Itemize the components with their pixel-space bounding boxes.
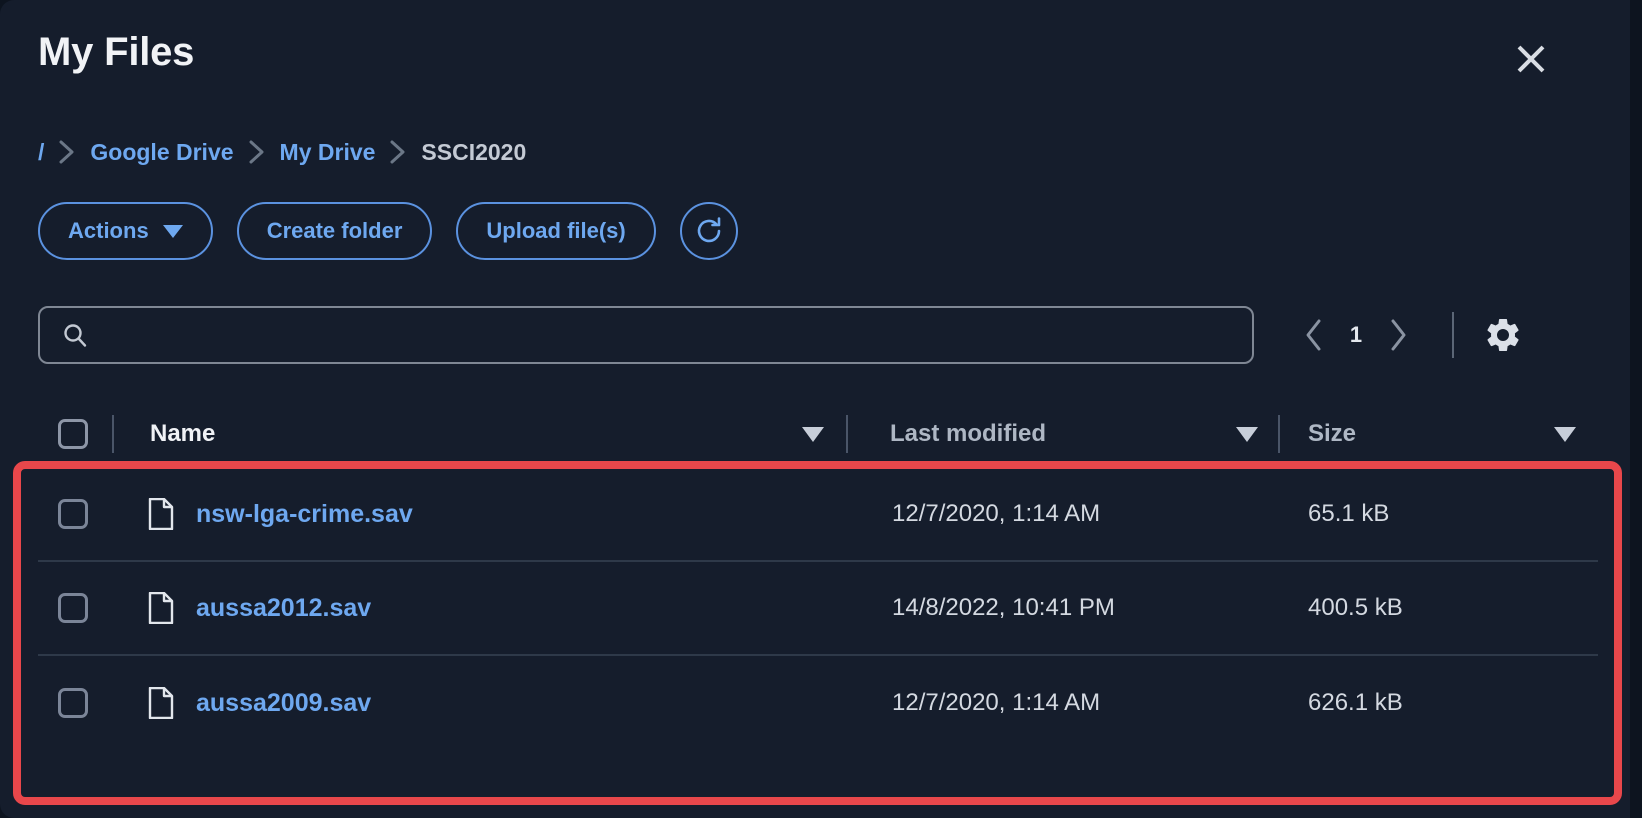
modal-header: My Files — [0, 0, 1630, 112]
table-header-row: Name Last modified Size — [38, 400, 1598, 468]
breadcrumb-item-ssci2020: SSCI2020 — [421, 138, 527, 165]
row-checkbox[interactable] — [58, 688, 88, 718]
chevron-right-icon — [1385, 317, 1411, 353]
row-select-cell — [38, 499, 112, 529]
table-body: nsw-lga-crime.sav 12/7/2020, 1:14 AM 65.… — [38, 468, 1598, 750]
upload-files-button[interactable]: Upload file(s) — [456, 202, 656, 260]
file-name-link[interactable]: aussa2009.sav — [196, 689, 371, 718]
caret-down-icon[interactable] — [1236, 426, 1258, 442]
row-size-cell: 400.5 kB — [1308, 594, 1403, 621]
chevron-left-icon — [1301, 317, 1327, 353]
create-folder-button[interactable]: Create folder — [236, 202, 433, 260]
file-icon — [148, 592, 174, 624]
page-title: My Files — [38, 30, 195, 74]
actions-button[interactable]: Actions — [38, 202, 213, 260]
toolbar: Actions Create folder Upload file(s) — [38, 202, 738, 260]
row-size-cell: 626.1 kB — [1308, 689, 1403, 716]
caret-down-icon — [162, 224, 183, 238]
upload-files-button-label: Upload file(s) — [486, 218, 626, 243]
file-table: Name Last modified Size nsw-lga-crime.sa… — [38, 400, 1598, 750]
caret-down-icon[interactable] — [1554, 426, 1576, 442]
pagination: 1 — [1290, 311, 1526, 359]
row-name-cell: aussa2009.sav — [112, 687, 850, 719]
refresh-button[interactable] — [679, 202, 738, 260]
settings-button[interactable] — [1480, 312, 1526, 358]
gear-icon — [1483, 315, 1523, 355]
breadcrumb-item-google-drive[interactable]: Google Drive — [90, 139, 233, 166]
table-row[interactable]: nsw-lga-crime.sav 12/7/2020, 1:14 AM 65.… — [38, 468, 1598, 562]
header-cell-size[interactable]: Size — [1280, 420, 1598, 448]
pagination-divider — [1452, 312, 1454, 358]
row-size-cell: 65.1 kB — [1308, 500, 1390, 527]
chevron-right-icon — [389, 139, 407, 165]
my-files-modal: My Files / Google Drive My Drive SSCI202… — [0, 0, 1630, 818]
table-row[interactable]: aussa2012.sav 14/8/2022, 10:41 PM 400.5 … — [38, 562, 1598, 656]
refresh-icon — [692, 214, 726, 248]
breadcrumb-item-root[interactable]: / — [38, 139, 44, 166]
search-box[interactable] — [38, 306, 1254, 364]
caret-down-icon[interactable] — [802, 426, 824, 442]
chevron-right-icon — [248, 139, 266, 165]
file-icon — [148, 498, 174, 530]
breadcrumb-item-my-drive[interactable]: My Drive — [280, 139, 376, 166]
search-input[interactable] — [40, 308, 1252, 362]
column-header-last-modified-label: Last modified — [890, 420, 1047, 447]
row-name-cell: aussa2012.sav — [112, 592, 850, 624]
select-all-checkbox[interactable] — [58, 419, 88, 449]
file-icon — [148, 687, 174, 719]
search-and-pagination-row: 1 — [38, 306, 1586, 364]
row-name-cell: nsw-lga-crime.sav — [112, 498, 850, 530]
row-select-cell — [38, 688, 112, 718]
file-name-link[interactable]: nsw-lga-crime.sav — [196, 500, 413, 529]
header-cell-last-modified[interactable]: Last modified — [848, 420, 1278, 448]
file-browser-screen: My Files / Google Drive My Drive SSCI202… — [0, 0, 1642, 818]
row-last-modified-cell: 12/7/2020, 1:14 AM — [892, 689, 1101, 716]
pagination-prev-button[interactable] — [1290, 311, 1338, 359]
row-checkbox[interactable] — [58, 499, 88, 529]
search-icon — [62, 322, 88, 348]
row-checkbox[interactable] — [58, 593, 88, 623]
breadcrumb: / Google Drive My Drive SSCI2020 — [38, 134, 526, 170]
create-folder-button-label: Create folder — [266, 218, 403, 243]
actions-button-label: Actions — [68, 218, 149, 243]
row-select-cell — [38, 593, 112, 623]
pagination-next-button[interactable] — [1374, 311, 1422, 359]
pagination-current-page: 1 — [1349, 322, 1363, 347]
close-icon[interactable] — [1510, 38, 1552, 80]
file-name-link[interactable]: aussa2012.sav — [196, 594, 371, 623]
row-last-modified-cell: 14/8/2022, 10:41 PM — [892, 594, 1115, 621]
header-cell-name[interactable]: Name — [114, 420, 846, 448]
header-cell-select-all — [38, 419, 112, 449]
row-last-modified-cell: 12/7/2020, 1:14 AM — [892, 500, 1101, 527]
column-header-name-label: Name — [150, 420, 216, 447]
column-header-size-label: Size — [1308, 420, 1357, 447]
chevron-right-icon — [58, 139, 76, 165]
table-row[interactable]: aussa2009.sav 12/7/2020, 1:14 AM 626.1 k… — [38, 656, 1598, 750]
